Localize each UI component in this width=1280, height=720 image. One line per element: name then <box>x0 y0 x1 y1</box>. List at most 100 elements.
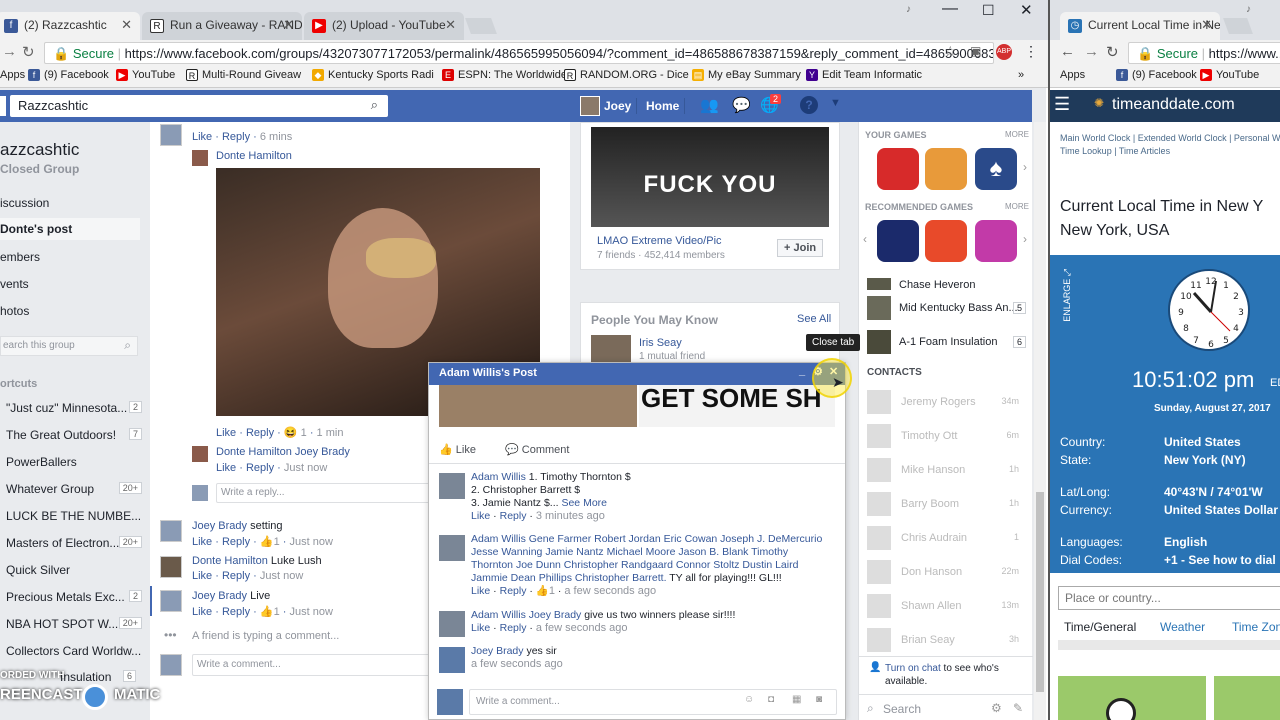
like-link[interactable]: Like <box>216 427 236 439</box>
reply-link[interactable]: Reply <box>500 510 527 522</box>
comment-author[interactable]: Adam Willis <box>471 533 526 545</box>
search-icon[interactable]: ⌕ <box>371 97 378 113</box>
like-link[interactable]: Like <box>471 510 490 522</box>
bookmark-youtube[interactable]: ▶ YouTube <box>116 69 175 81</box>
nav-link[interactable]: Personal W <box>1234 133 1280 143</box>
reply-link[interactable]: Reply <box>500 622 527 634</box>
site-brand[interactable]: timeanddate.com <box>1112 96 1235 114</box>
tab-razzcashtic[interactable]: f (2) Razzcashtic ✕ <box>0 12 140 40</box>
bookmark-espn[interactable]: E ESPN: The Worldwide <box>442 69 567 81</box>
shortcut-item[interactable]: Collectors Card Worldw... <box>6 644 146 658</box>
bookmark-apps[interactable]: Apps <box>0 69 25 81</box>
contact-item[interactable]: Timothy Ott 6m <box>867 424 1027 450</box>
comment-author[interactable]: Donte Hamilton <box>216 446 292 458</box>
close-icon[interactable]: ✕ <box>283 17 294 33</box>
comment-author[interactable]: Joey Brady <box>192 590 247 602</box>
bookmark-random-org[interactable]: R RANDOM.ORG - Dice <box>564 69 689 81</box>
avatar[interactable] <box>580 96 600 116</box>
more-link[interactable]: MORE <box>1005 130 1029 139</box>
group-name[interactable]: azzcashtic <box>0 140 79 160</box>
nav-members[interactable]: embers <box>0 250 140 264</box>
bookmark-facebook[interactable]: f (9) Facebook <box>1116 69 1197 81</box>
contact-item[interactable]: Mike Hanson 1h <box>867 458 1027 484</box>
nav-events[interactable]: vents <box>0 277 140 291</box>
group-chat-item[interactable]: Mid Kentucky Bass An... <box>899 302 1018 314</box>
menu-icon[interactable]: ⋮ <box>1024 43 1038 60</box>
popup-header[interactable]: Adam Willis's Post _ ⚙ ✕ <box>429 363 845 385</box>
new-tab-button[interactable] <box>465 18 497 34</box>
place-search-input[interactable]: Place or country... <box>1058 586 1280 610</box>
group-chat-item[interactable]: Chase Heveron <box>899 279 975 291</box>
home-link[interactable]: Home <box>646 99 679 113</box>
comment-author[interactable]: Joey Brady <box>471 645 524 657</box>
bookmark-ksr[interactable]: ◆ Kentucky Sports Radi <box>312 69 434 81</box>
promo-tile[interactable] <box>1214 676 1280 720</box>
reply-link[interactable]: Reply <box>222 606 250 618</box>
nav-photos[interactable]: hotos <box>0 304 140 318</box>
gif-icon[interactable]: ▦ <box>792 694 801 705</box>
game-icon-slots[interactable] <box>877 220 919 262</box>
profile-link[interactable]: Joey <box>604 99 631 113</box>
close-icon[interactable]: ✕ <box>445 17 456 33</box>
friend-requests-icon[interactable]: 👥 <box>700 96 719 114</box>
reply-link[interactable]: Reply <box>222 536 250 548</box>
comment-input[interactable]: Write a comment... ☺ ◘ ▦ ◙ <box>469 689 837 715</box>
like-link[interactable]: Like <box>471 585 490 597</box>
nav-link[interactable]: Main World Clock <box>1060 133 1130 143</box>
nav-dontes-post[interactable]: Donte's post <box>0 218 140 240</box>
account-menu-icon[interactable]: ▼ <box>830 97 841 109</box>
bookmark-youtube[interactable]: ▶ YouTube <box>1200 69 1259 81</box>
contact-item[interactable]: Brian Seay 3h <box>867 628 1027 654</box>
nav-discussion[interactable]: iscussion <box>0 196 140 210</box>
reply-input[interactable]: Write a reply... <box>216 483 432 503</box>
page-name[interactable]: LMAO Extreme Video/Pic <box>597 235 722 247</box>
game-icon-monster[interactable] <box>925 220 967 262</box>
reply-link[interactable]: Reply <box>222 131 250 143</box>
gear-icon[interactable]: ⚙ <box>991 701 1002 715</box>
messenger-icon[interactable]: 💬 <box>732 96 751 114</box>
contact-item[interactable]: Don Hanson 22m <box>867 560 1027 586</box>
tab-weather[interactable]: Weather <box>1160 620 1205 634</box>
tab-timeanddate[interactable]: ◷ Current Local Time in Ne ✕ <box>1060 12 1220 40</box>
page-cover-image[interactable]: FUCK YOU <box>591 127 829 227</box>
join-button[interactable]: + Join <box>777 239 824 257</box>
game-icon-spade[interactable]: ♠ <box>975 148 1017 190</box>
like-link[interactable]: Like <box>192 536 212 548</box>
contact-item[interactable]: Shawn Allen 13m <box>867 594 1027 620</box>
window-close-icon[interactable]: ✕ <box>1020 1 1033 19</box>
nav-link[interactable]: Time Articles <box>1119 146 1170 156</box>
shortcut-item[interactable]: Whatever Group 20+ <box>6 482 146 496</box>
back-icon[interactable]: ← <box>1060 43 1075 60</box>
contact-item[interactable]: Jeremy Rogers 34m <box>867 390 1027 416</box>
game-icon-characters[interactable] <box>925 148 967 190</box>
comment-author[interactable]: Adam Willis <box>471 609 526 621</box>
bookmark-multi-round[interactable]: R Multi-Round Giveaw <box>186 69 301 81</box>
comment-button[interactable]: 💬 Comment <box>505 443 569 456</box>
reload-icon[interactable]: ↻ <box>22 43 35 61</box>
close-icon[interactable]: ✕ <box>1201 17 1212 33</box>
group-chat-item[interactable]: A-1 Foam Insulation <box>899 336 997 348</box>
comment-author[interactable]: Joey Brady <box>192 520 247 532</box>
comment-author[interactable]: Adam Willis <box>471 471 526 483</box>
group-search-input[interactable]: earch this group ⌕ <box>0 336 138 356</box>
scrollbar-thumb[interactable] <box>1036 492 1044 692</box>
emoji-icon[interactable]: ☺ <box>744 694 754 705</box>
contact-item[interactable]: Chris Audrain 1 <box>867 526 1027 552</box>
horizontal-scrollbar[interactable] <box>1058 640 1280 650</box>
minimize-icon[interactable]: — <box>942 0 958 18</box>
see-all-link[interactable]: See All <box>797 313 831 325</box>
new-tab-button[interactable] <box>1223 18 1253 34</box>
tab-time-general[interactable]: Time/General <box>1064 620 1136 634</box>
search-icon[interactable]: ⌕ <box>124 338 131 353</box>
mention[interactable]: Joey Brady <box>295 446 350 458</box>
enlarge-button[interactable]: ENLARGE ⤢ <box>1062 269 1072 322</box>
reply-link[interactable]: Reply <box>500 585 527 597</box>
comment-input[interactable]: Write a comment... <box>192 654 432 676</box>
like-link[interactable]: Like <box>192 606 212 618</box>
shortcut-item[interactable]: NBA HOT SPOT W... 20+ <box>6 617 146 631</box>
url-field[interactable]: 🔒 Secure | https://www.facebook.com/grou… <box>44 42 994 64</box>
forward-icon[interactable]: → <box>1084 43 1099 60</box>
bookmark-yahoo[interactable]: Y Edit Team Informatic <box>806 69 922 81</box>
nav-link[interactable]: Extended World Clock <box>1138 133 1227 143</box>
promo-tile[interactable] <box>1058 676 1206 720</box>
